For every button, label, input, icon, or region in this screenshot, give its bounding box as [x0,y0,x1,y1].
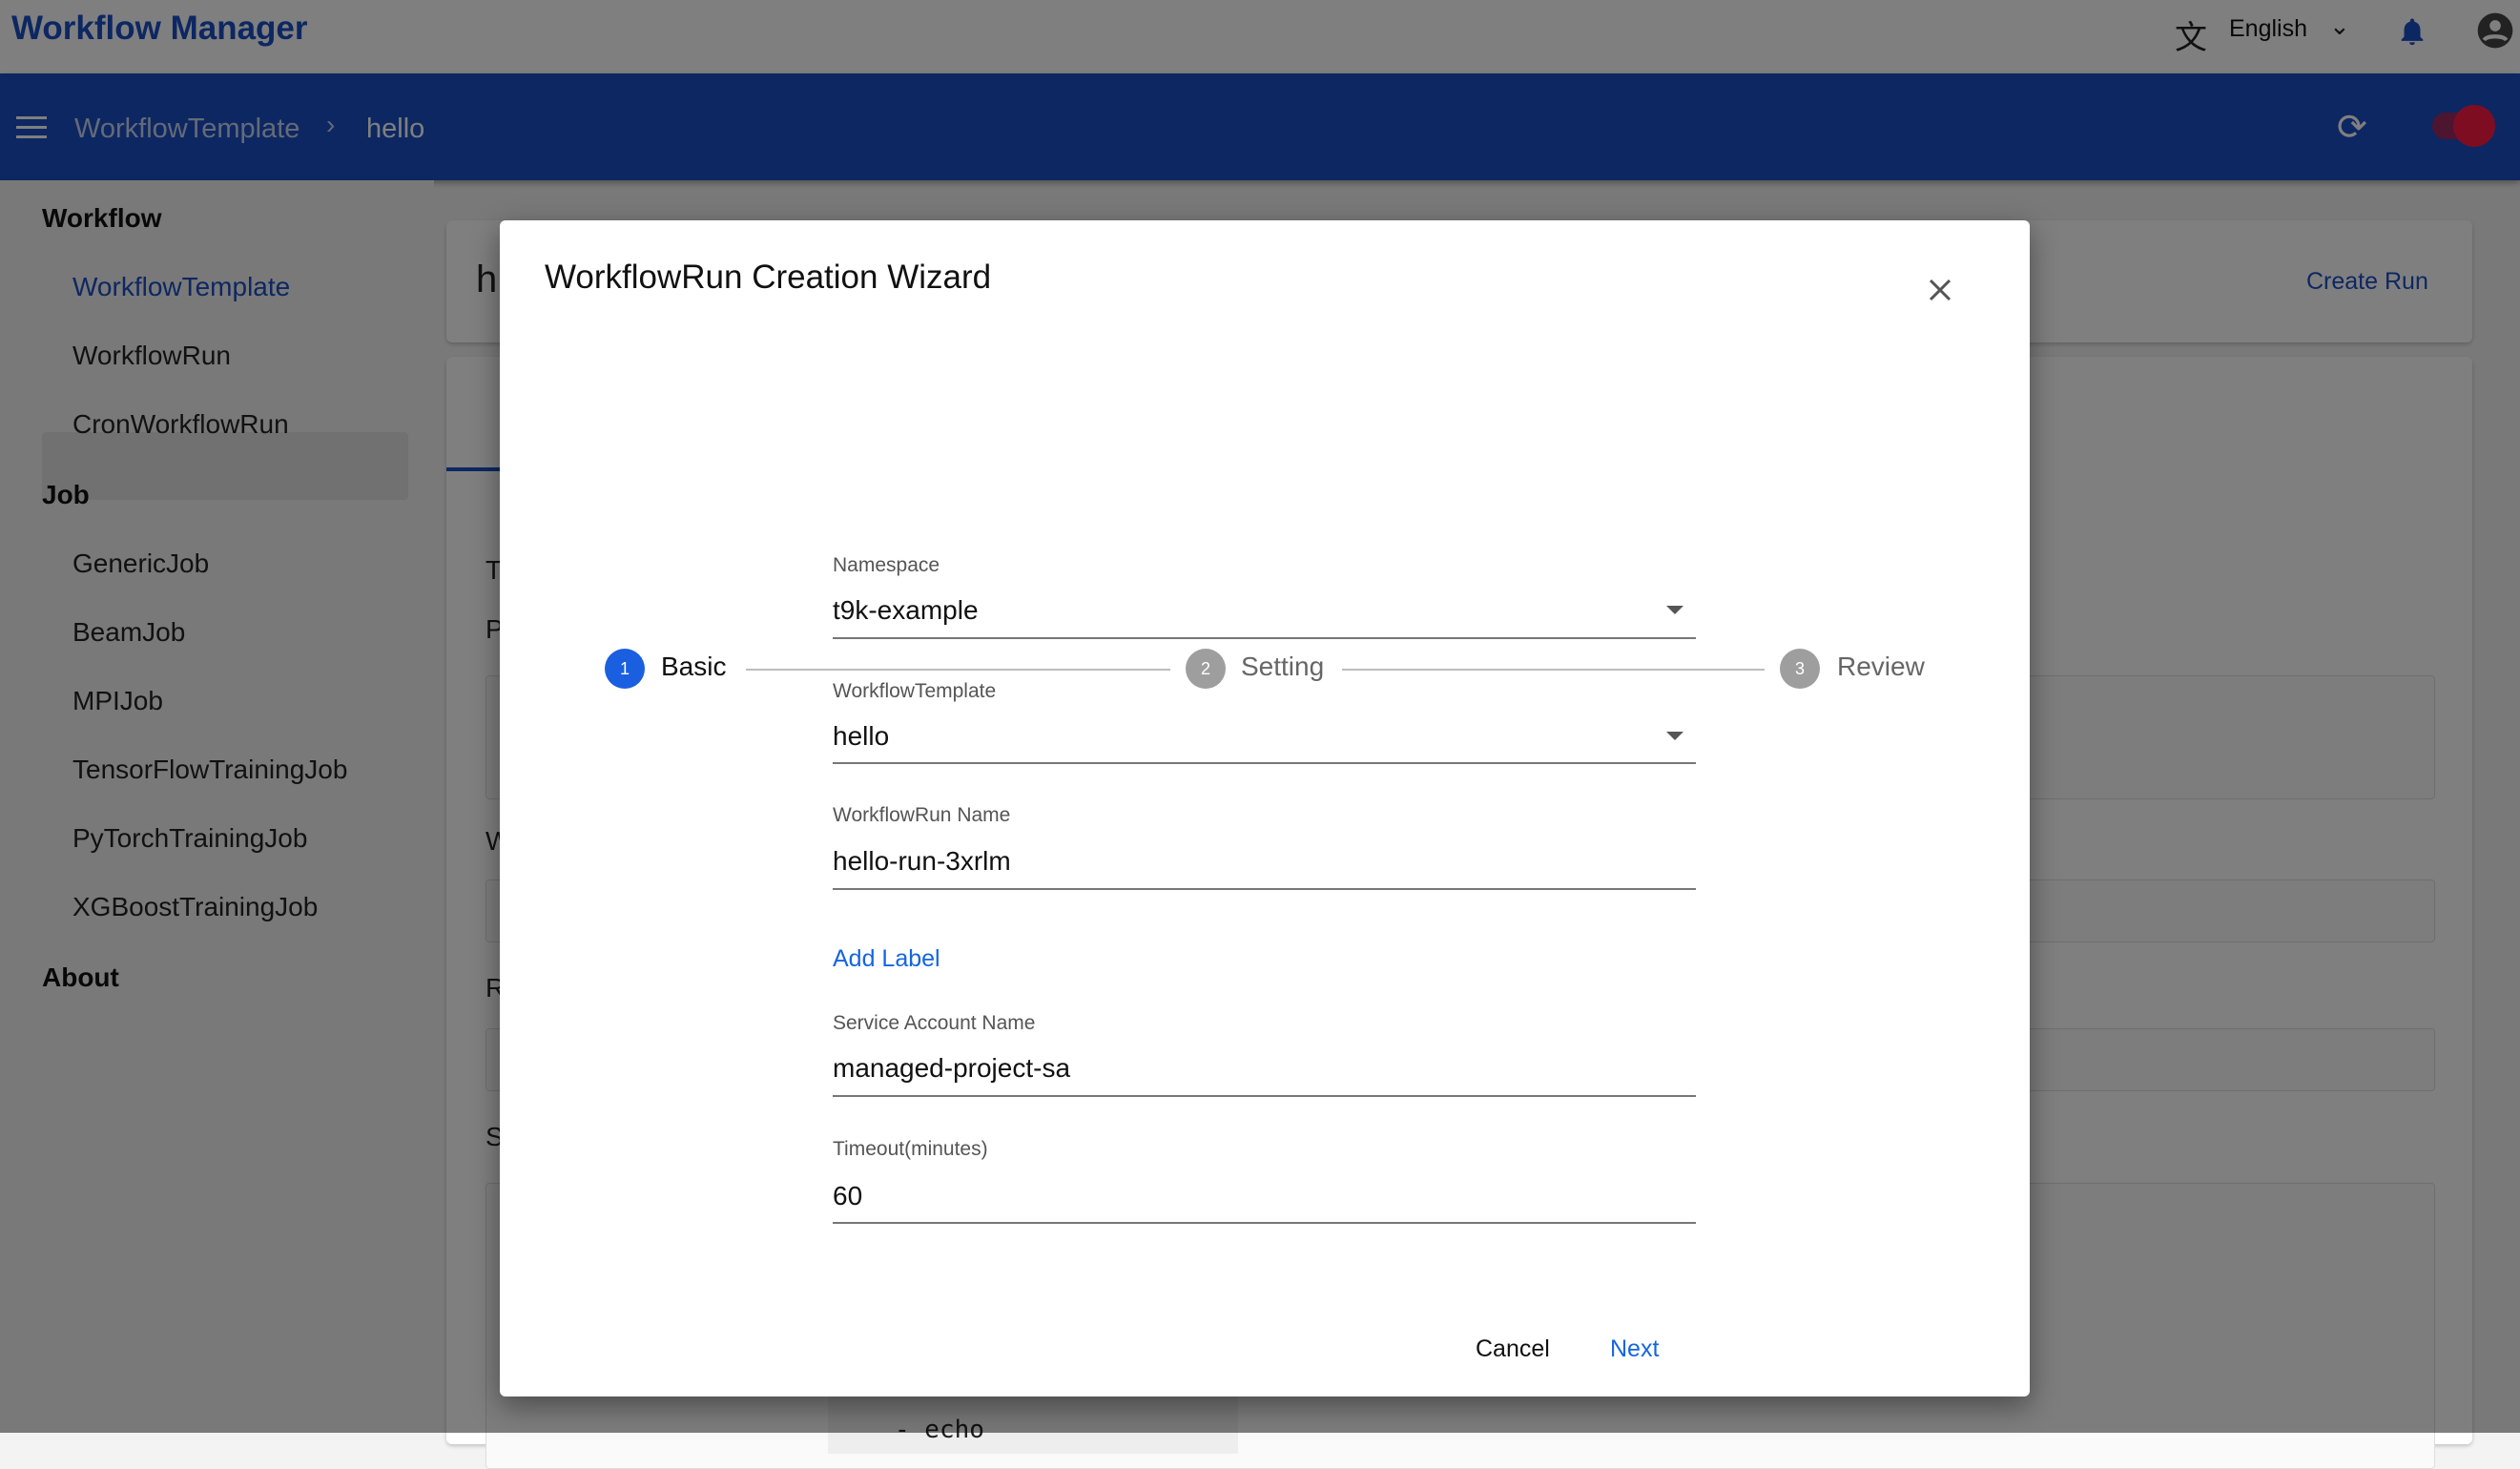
dropdown-arrow-icon[interactable] [1666,606,1683,614]
dialog-title: WorkflowRun Creation Wizard [545,259,992,296]
workflowrun-creation-dialog: WorkflowRun Creation Wizard 1 Basic 2 Se… [500,220,2030,1397]
cancel-button[interactable]: Cancel [1476,1335,1550,1363]
next-button[interactable]: Next [1610,1335,1659,1363]
add-label-button[interactable]: Add Label [833,945,940,973]
workflowtemplate-underline [833,762,1696,764]
service-account-input[interactable]: managed-project-sa [833,1053,1070,1084]
workflowrun-name-input[interactable]: hello-run-3xrlm [833,846,1011,877]
step-connector [746,669,1170,671]
step-2-icon: 2 [1186,649,1226,689]
step-basic: Basic [661,652,727,681]
step-1-icon: 1 [605,649,645,689]
step-3-icon: 3 [1780,649,1820,689]
namespace-label: Namespace [833,554,940,576]
service-account-underline [833,1095,1696,1097]
service-account-label: Service Account Name [833,1012,1036,1034]
workflowtemplate-label: WorkflowTemplate [833,680,997,702]
namespace-select[interactable]: t9k-example [833,595,979,626]
close-icon[interactable] [1926,276,1954,304]
workflowtemplate-select[interactable]: hello [833,721,889,752]
timeout-underline [833,1222,1696,1224]
namespace-underline [833,637,1696,639]
step-review: Review [1837,652,1925,681]
dropdown-arrow-icon[interactable] [1666,732,1683,740]
step-setting: Setting [1241,652,1325,681]
timeout-input[interactable]: 60 [833,1181,862,1211]
workflowrun-name-underline [833,888,1696,890]
workflowrun-name-label: WorkflowRun Name [833,804,1011,826]
timeout-label: Timeout(minutes) [833,1138,988,1160]
step-connector [1342,669,1765,671]
